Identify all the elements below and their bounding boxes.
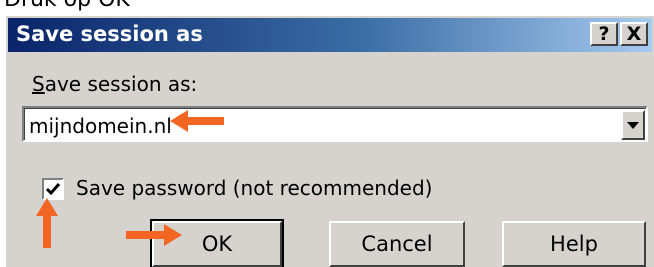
annotation-arrow-icon [126,224,182,246]
session-name-input[interactable]: mijndomein.nl [29,114,172,138]
session-name-combobox[interactable]: mijndomein.nl [22,106,648,142]
dropdown-button[interactable] [621,110,645,140]
checkmark-icon [45,183,61,196]
annotation-arrow-icon [36,198,58,248]
session-name-label: Save session as: [32,72,197,96]
dropdown-arrow-icon [627,122,639,129]
save-session-dialog: Save session as ? X Save session as: mij… [4,14,654,267]
annotation-arrow-icon [170,110,224,132]
dialog-title: Save session as [16,22,203,46]
help-button[interactable]: Help [502,221,646,267]
label-text: ave session as: [44,72,198,96]
save-password-label[interactable]: Save password (not recommended) [76,176,432,200]
cancel-button[interactable]: Cancel [329,221,465,267]
combobox-field[interactable]: mijndomein.nl [24,108,646,140]
label-mnemonic: S [32,72,45,96]
help-title-button[interactable]: ? [590,22,618,46]
save-password-checkbox[interactable] [42,178,64,200]
close-button[interactable]: X [620,22,648,46]
tutorial-caption: Druk op OK [4,0,130,13]
title-bar[interactable]: Save session as ? X [8,18,652,52]
